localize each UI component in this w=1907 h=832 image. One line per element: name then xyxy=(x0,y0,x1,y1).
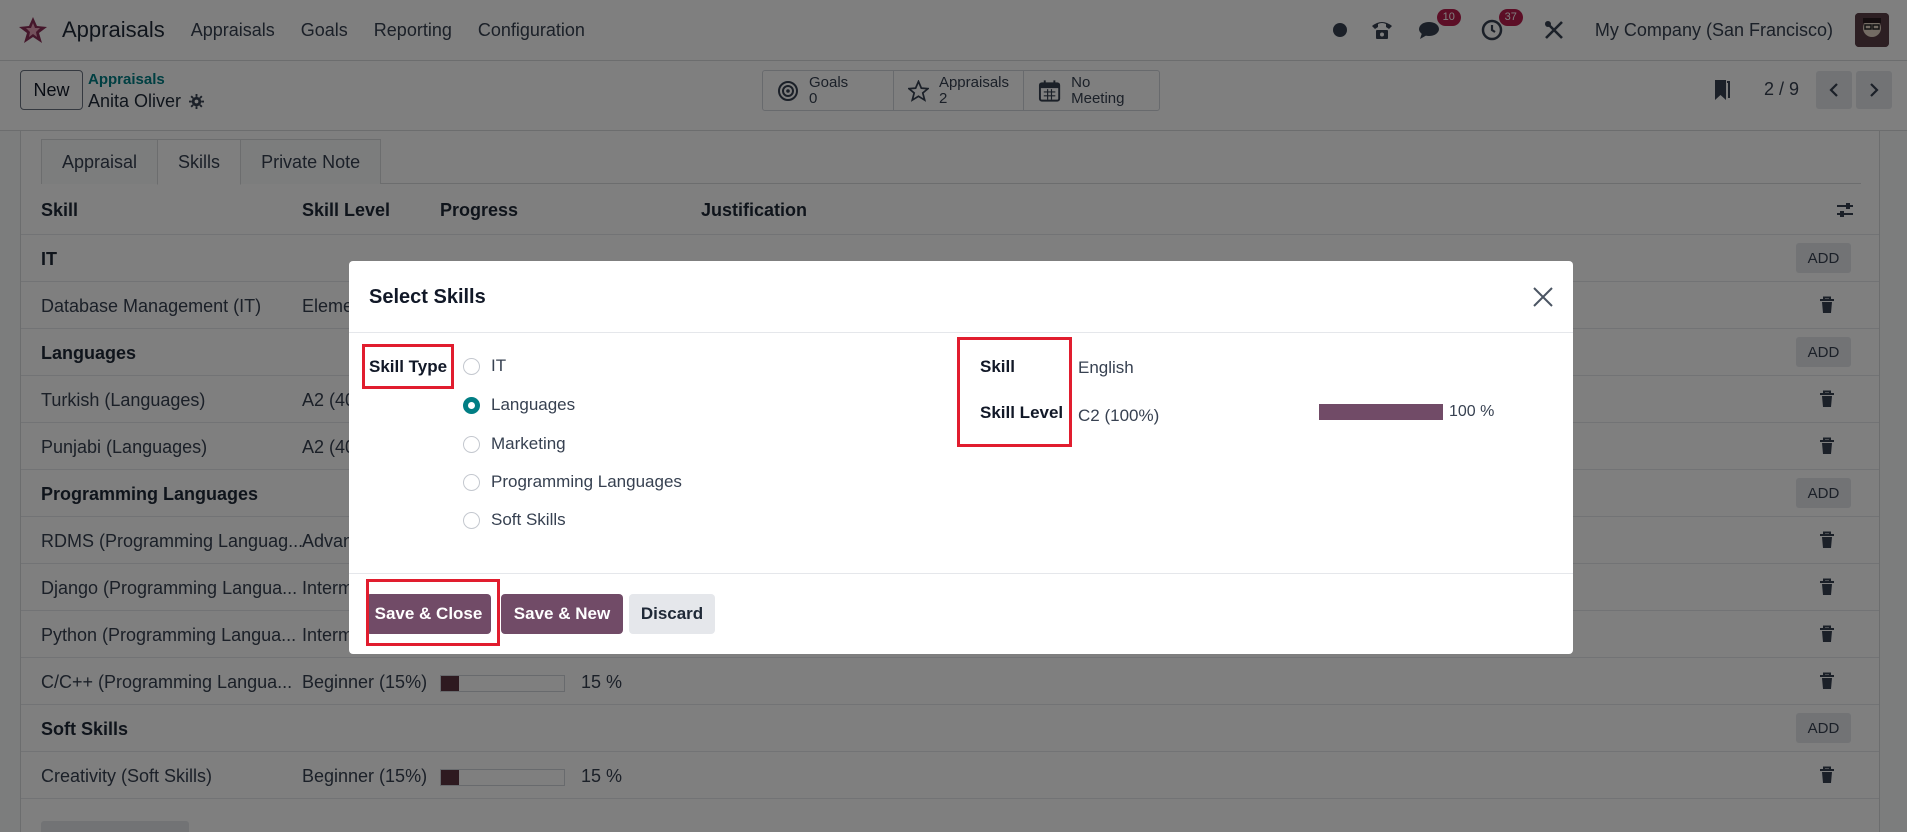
highlight-box-save-close xyxy=(366,579,500,646)
radio-label: Programming Languages xyxy=(491,472,682,491)
save-new-button[interactable]: Save & New xyxy=(501,594,623,634)
radio-label: IT xyxy=(491,356,507,375)
radio-skill-type-it[interactable]: IT xyxy=(463,356,506,376)
discard-button[interactable]: Discard xyxy=(629,594,715,634)
radio-button[interactable] xyxy=(463,435,480,453)
radio-button[interactable] xyxy=(463,473,480,491)
highlight-box-skill-type xyxy=(362,344,454,389)
highlight-box-skill-fields xyxy=(957,337,1072,447)
radio-button[interactable] xyxy=(463,511,480,529)
close-icon[interactable] xyxy=(1531,285,1555,309)
skill-field[interactable]: English xyxy=(1078,358,1134,378)
radio-skill-type-marketing[interactable]: Marketing xyxy=(463,434,566,454)
radio-label: Marketing xyxy=(491,434,566,453)
radio-skill-type-soft-skills[interactable]: Soft Skills xyxy=(463,510,566,530)
radio-button[interactable] xyxy=(463,396,480,414)
skill-level-progress-fill xyxy=(1319,404,1443,420)
modal-footer: Save & Close Save & New Discard xyxy=(349,573,1573,654)
radio-label: Languages xyxy=(491,395,576,414)
select-skills-dialog: Select Skills Skill Type IT Languages Ma… xyxy=(349,261,1573,654)
modal-title: Select Skills xyxy=(369,286,486,308)
radio-skill-type-programming-languages[interactable]: Programming Languages xyxy=(463,472,682,492)
radio-button[interactable] xyxy=(463,357,480,375)
radio-label: Soft Skills xyxy=(491,510,566,529)
radio-skill-type-languages[interactable]: Languages xyxy=(463,395,575,415)
skill-level-progress-text: 100 % xyxy=(1449,403,1495,420)
skill-level-progress-bar xyxy=(1319,404,1443,420)
modal-header: Select Skills xyxy=(349,261,1573,333)
skill-level-field[interactable]: C2 (100%) xyxy=(1078,406,1159,426)
